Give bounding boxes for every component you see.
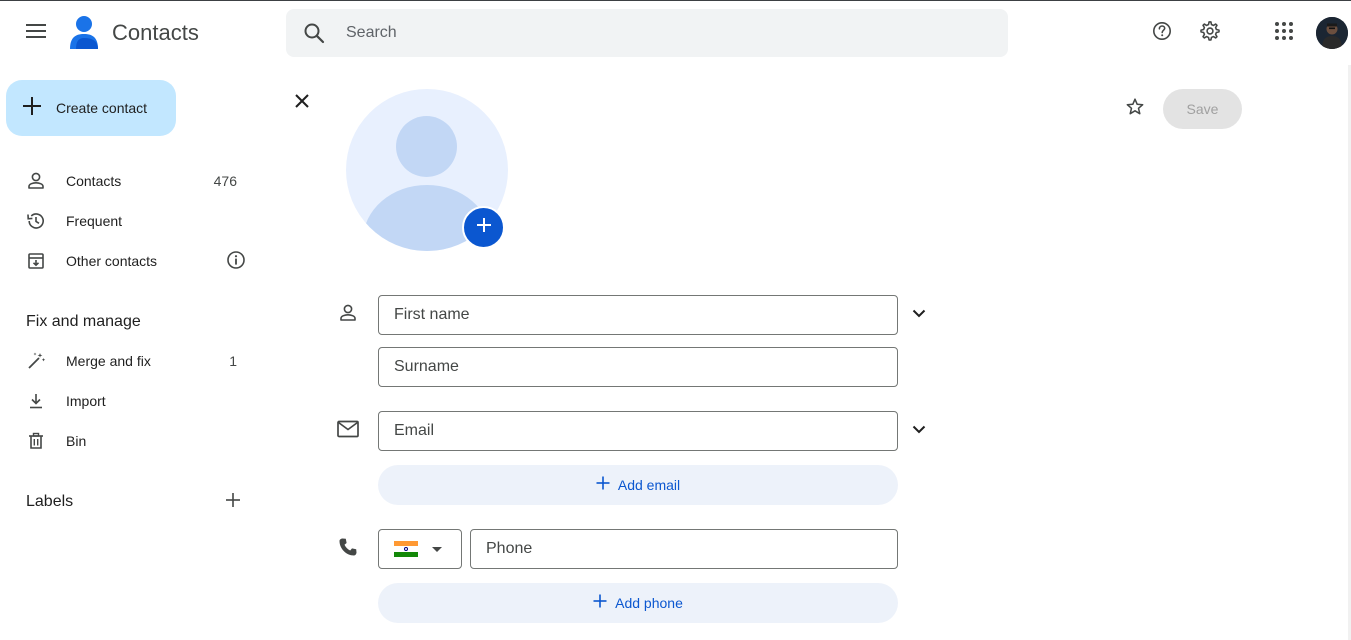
info-icon[interactable] <box>226 250 246 273</box>
plus-icon <box>225 492 241 513</box>
country-code-select[interactable] <box>378 529 462 569</box>
surname-input[interactable] <box>379 348 897 386</box>
chevron-down-icon <box>912 305 926 323</box>
magic-wand-icon <box>24 349 48 373</box>
star-button[interactable] <box>1123 97 1147 121</box>
india-flag-icon <box>394 541 418 557</box>
account-avatar[interactable] <box>1316 17 1348 49</box>
sidebar-item-label: Other contacts <box>66 253 158 269</box>
person-icon <box>336 301 360 325</box>
search-bar[interactable] <box>286 9 1008 57</box>
chevron-down-icon <box>912 421 926 439</box>
sidebar-item-import[interactable]: Import <box>14 381 254 421</box>
merge-count: 1 <box>229 353 237 369</box>
help-icon <box>1152 21 1172 46</box>
sidebar-item-merge-and-fix[interactable]: Merge and fix 1 <box>14 341 254 381</box>
sidebar-item-bin[interactable]: Bin <box>14 421 254 461</box>
create-contact-label: Create contact <box>56 100 148 116</box>
settings-icon <box>1199 20 1221 47</box>
menu-icon <box>26 23 46 43</box>
first-name-field[interactable] <box>378 295 898 335</box>
add-phone-label: Add phone <box>615 595 683 611</box>
contacts-count: 476 <box>213 173 237 189</box>
settings-button[interactable] <box>1188 11 1232 55</box>
labels-heading: Labels <box>26 493 74 510</box>
avatar-head-shape <box>396 116 457 177</box>
sidebar-item-label: Merge and fix <box>66 353 151 369</box>
phone-field[interactable] <box>470 529 898 569</box>
surname-field[interactable] <box>378 347 898 387</box>
apps-grid-icon <box>1275 21 1293 45</box>
contacts-logo-icon <box>68 15 100 51</box>
plus-icon <box>476 217 492 238</box>
google-apps-button[interactable] <box>1262 11 1306 55</box>
sidebar-item-label: Contacts <box>66 173 122 189</box>
archive-download-icon <box>24 249 48 273</box>
search-input[interactable] <box>346 9 986 57</box>
download-icon <box>24 389 48 413</box>
search-icon[interactable] <box>302 21 326 45</box>
plus-icon <box>593 594 607 613</box>
email-field[interactable] <box>378 411 898 451</box>
add-photo-button[interactable] <box>462 206 505 249</box>
app-header: Contacts <box>0 1 1351 65</box>
first-name-input[interactable] <box>379 296 897 334</box>
email-input[interactable] <box>379 412 897 450</box>
sidebar-item-contacts[interactable]: Contacts 476 <box>14 161 254 201</box>
phone-icon <box>336 535 360 559</box>
plus-icon <box>22 96 42 121</box>
phone-input[interactable] <box>471 530 897 568</box>
create-label-button[interactable] <box>221 490 245 514</box>
main-menu-button[interactable] <box>14 11 58 55</box>
save-button[interactable]: Save <box>1163 89 1242 129</box>
history-icon <box>24 209 48 233</box>
sidebar-item-label: Bin <box>66 433 87 449</box>
close-button[interactable] <box>290 91 314 115</box>
help-button[interactable] <box>1140 11 1184 55</box>
person-icon <box>24 169 48 193</box>
email-icon <box>336 417 360 441</box>
add-phone-button[interactable]: Add phone <box>378 583 898 623</box>
close-icon <box>295 93 309 113</box>
fix-and-manage-heading: Fix and manage <box>26 313 141 330</box>
sidebar-item-other-contacts[interactable]: Other contacts <box>14 241 254 281</box>
app-title: Contacts <box>112 20 199 45</box>
plus-icon <box>596 476 610 495</box>
dropdown-arrow-icon <box>432 546 442 552</box>
create-contact-button[interactable]: Create contact <box>6 80 176 136</box>
sidebar-item-frequent[interactable]: Frequent <box>14 201 254 241</box>
expand-name-button[interactable] <box>907 302 931 326</box>
expand-email-button[interactable] <box>907 418 931 442</box>
add-email-button[interactable]: Add email <box>378 465 898 505</box>
sidebar-item-label: Frequent <box>66 213 123 229</box>
add-email-label: Add email <box>617 477 681 493</box>
star-icon <box>1125 97 1145 122</box>
sidebar-item-label: Import <box>66 393 106 409</box>
trash-icon <box>24 429 48 453</box>
